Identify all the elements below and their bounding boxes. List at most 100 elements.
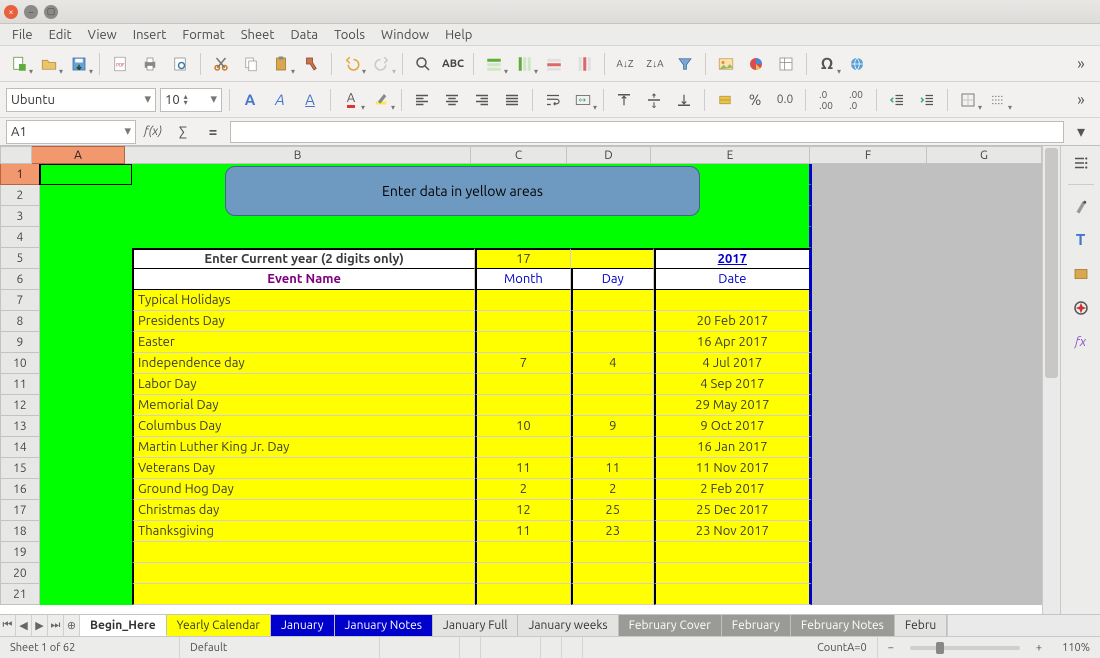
align-left-button[interactable] (409, 87, 435, 113)
row-header-13[interactable]: 13 (0, 416, 40, 437)
cell-E11[interactable]: 4 Sep 2017 (654, 374, 812, 395)
cell-C14[interactable] (475, 437, 570, 458)
cell-B9[interactable]: Easter (132, 332, 475, 353)
zoom-slider[interactable] (910, 646, 1020, 650)
cell-F8[interactable] (812, 311, 928, 332)
italic-button[interactable]: A (267, 87, 293, 113)
cell-D18[interactable]: 23 (571, 521, 654, 542)
cell-C10[interactable]: 7 (475, 353, 570, 374)
menu-format[interactable]: Format (174, 26, 232, 44)
cell-B4[interactable] (132, 227, 475, 248)
row-header-20[interactable]: 20 (0, 563, 40, 584)
cell-G9[interactable] (928, 332, 1042, 353)
cell-E16[interactable]: 2 Feb 2017 (654, 479, 812, 500)
toolbar-overflow-button-2[interactable]: » (1068, 87, 1094, 113)
cell-D4[interactable] (571, 227, 654, 248)
cell-B18[interactable]: Thanksgiving (132, 521, 475, 542)
cell-E21[interactable] (654, 584, 812, 605)
sheet-tab-begin-here[interactable]: Begin_Here (80, 615, 167, 636)
cell-A10[interactable] (40, 353, 132, 374)
row-header-9[interactable]: 9 (0, 332, 40, 353)
cell-F14[interactable] (812, 437, 928, 458)
navigator-icon[interactable] (1068, 295, 1094, 321)
print-button[interactable] (137, 51, 163, 77)
sheet-tab-february-notes[interactable]: February Notes (791, 615, 895, 636)
cell-E6[interactable]: Date (654, 269, 812, 290)
cell-G3[interactable] (928, 206, 1042, 227)
row-header-10[interactable]: 10 (0, 353, 40, 374)
cell-G5[interactable] (928, 248, 1042, 269)
row-header-5[interactable]: 5 (0, 248, 40, 269)
tab-last-button[interactable]: ⏭ (48, 615, 64, 636)
redo-button[interactable] (369, 51, 395, 77)
cell-A12[interactable] (40, 395, 132, 416)
cell-A6[interactable] (40, 269, 132, 290)
col-header-B[interactable]: B (125, 146, 471, 164)
vertical-scrollbar[interactable] (1042, 146, 1060, 614)
row-header-7[interactable]: 7 (0, 290, 40, 311)
cell-C19[interactable] (475, 542, 570, 563)
align-middle-button[interactable] (641, 87, 667, 113)
wrap-text-button[interactable] (540, 87, 566, 113)
export-pdf-button[interactable]: PDF (107, 51, 133, 77)
toolbar-overflow-button[interactable]: » (1068, 51, 1094, 77)
number-format-button[interactable]: 0.0 (772, 87, 798, 113)
insert-chart-button[interactable] (743, 51, 769, 77)
cell-A2[interactable] (40, 185, 132, 206)
sheet-tab-january[interactable]: January (271, 615, 335, 636)
window-maximize-button[interactable]: ▢ (44, 5, 58, 19)
sheet-tab-febru[interactable]: Febru (895, 615, 947, 636)
horizontal-scrollbar[interactable] (947, 615, 1100, 636)
align-right-button[interactable] (469, 87, 495, 113)
styles-icon[interactable]: T (1068, 227, 1094, 253)
cut-button[interactable] (208, 51, 234, 77)
cell-C17[interactable]: 12 (475, 500, 570, 521)
cell-G2[interactable] (928, 185, 1042, 206)
cell-D20[interactable] (571, 563, 654, 584)
cell-D6[interactable]: Day (571, 269, 654, 290)
cell-B6[interactable]: Event Name (132, 269, 475, 290)
cell-A1[interactable] (40, 164, 132, 185)
delete-col-button[interactable] (571, 51, 597, 77)
cell-G11[interactable] (928, 374, 1042, 395)
cell-F6[interactable] (812, 269, 928, 290)
window-close-button[interactable]: × (4, 5, 18, 19)
align-top-button[interactable] (611, 87, 637, 113)
cell-F13[interactable] (812, 416, 928, 437)
cell-C11[interactable] (475, 374, 570, 395)
cell-F2[interactable] (812, 185, 928, 206)
special-char-button[interactable]: Ω (814, 51, 840, 77)
function-wizard-button[interactable]: f(x) (140, 119, 166, 145)
cell-D7[interactable] (571, 290, 654, 311)
menu-window[interactable]: Window (373, 26, 437, 44)
cell-F1[interactable] (812, 164, 928, 185)
sheet-tab-february-cover[interactable]: February Cover (619, 615, 722, 636)
cell-E12[interactable]: 29 May 2017 (654, 395, 812, 416)
cell-A7[interactable] (40, 290, 132, 311)
cell-C7[interactable] (475, 290, 570, 311)
sheet-tab-february[interactable]: February (722, 615, 791, 636)
formula-button[interactable]: = (200, 119, 226, 145)
cell-C6[interactable]: Month (475, 269, 570, 290)
autofilter-button[interactable] (672, 51, 698, 77)
cell-D10[interactable]: 4 (571, 353, 654, 374)
menu-help[interactable]: Help (437, 26, 480, 44)
cell-C5[interactable]: 17 (475, 248, 570, 269)
font-color-button[interactable]: A (338, 87, 364, 113)
row-header-1[interactable]: 1 (0, 164, 40, 185)
cell-D13[interactable]: 9 (571, 416, 654, 437)
row-header-18[interactable]: 18 (0, 521, 40, 542)
cell-B17[interactable]: Christmas day (132, 500, 475, 521)
cell-C4[interactable] (475, 227, 570, 248)
borders-button[interactable] (955, 87, 981, 113)
align-justify-button[interactable] (499, 87, 525, 113)
highlight-button[interactable] (368, 87, 394, 113)
cell-A13[interactable] (40, 416, 132, 437)
align-center-button[interactable] (439, 87, 465, 113)
col-header-F[interactable]: F (810, 146, 927, 164)
cell-B5[interactable]: Enter Current year (2 digits only) (132, 248, 475, 269)
pivot-table-button[interactable] (773, 51, 799, 77)
delete-row-button[interactable] (541, 51, 567, 77)
cell-B19[interactable] (132, 542, 475, 563)
cell-F21[interactable] (812, 584, 928, 605)
